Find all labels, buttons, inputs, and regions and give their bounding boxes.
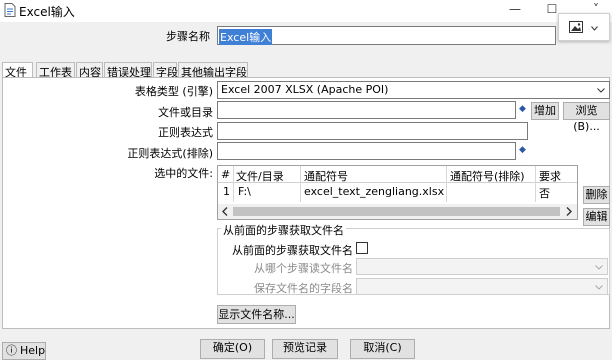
- group-title: 从前面的步骤获取文件名: [221, 222, 346, 238]
- table-header: # 文件/目录 通配符号 通配符号(排除) 要求: [218, 166, 577, 183]
- tab-fields[interactable]: 字段: [153, 62, 178, 79]
- regex-input[interactable]: [217, 122, 528, 140]
- wildcard-cell[interactable]: excel_text_zengliang.xlsx: [304, 185, 444, 198]
- filename-field-select[interactable]: [356, 278, 608, 295]
- tab-sheet[interactable]: 工作表: [36, 62, 75, 79]
- image-icon: [569, 21, 583, 33]
- preview-button[interactable]: 预览记录: [272, 339, 338, 359]
- required-cell[interactable]: 否: [539, 185, 550, 201]
- edit-button[interactable]: 编辑: [583, 208, 610, 226]
- scroll-left-icon[interactable]: [222, 207, 228, 216]
- browse-button[interactable]: 浏览(B)...: [563, 102, 610, 133]
- chevron-down-icon: [595, 265, 603, 270]
- selected-files-table[interactable]: # 文件/目录 通配符号 通配符号(排除) 要求 1 F:\ excel_tex…: [217, 165, 578, 220]
- variable-diamond-icon: ◆: [519, 145, 526, 155]
- scroll-right-icon[interactable]: [566, 207, 572, 216]
- row-number: 1: [223, 185, 230, 198]
- accept-filenames-label: 从前面的步骤获取文件名: [232, 244, 353, 257]
- accept-filenames-checkbox[interactable]: [356, 242, 368, 254]
- tab-file[interactable]: 文件: [2, 62, 33, 79]
- dropdown-arrow-icon: [591, 26, 598, 31]
- file-dir-cell[interactable]: F:\: [238, 185, 251, 198]
- help-icon: ⓘ: [6, 344, 17, 357]
- table-row[interactable]: 1 F:\ excel_text_zengliang.xlsx 否: [218, 183, 577, 201]
- column-header[interactable]: 要求: [539, 168, 561, 184]
- regex-exclude-label: 正则表达式(排除): [127, 147, 213, 160]
- tab-content[interactable]: 内容: [76, 62, 103, 79]
- document-icon: [4, 3, 16, 17]
- minimize-button[interactable]: —: [505, 2, 525, 18]
- step-name-value: Excel输入: [219, 29, 273, 45]
- column-header[interactable]: 文件/目录: [236, 168, 284, 184]
- column-header: #: [221, 168, 231, 181]
- filename-field-label: 保存文件名的字段名: [254, 282, 353, 295]
- column-header[interactable]: 通配符号: [304, 168, 348, 184]
- show-filenames-button[interactable]: 显示文件名称...: [217, 305, 296, 324]
- step-name-label: 步骤名称: [166, 30, 210, 43]
- table-type-value: Excel 2007 XLSX (Apache POI): [221, 83, 389, 96]
- step-name-input[interactable]: Excel输入: [217, 26, 556, 45]
- file-dir-label: 文件或目录: [158, 106, 213, 119]
- step-to-read-label: 从哪个步骤读文件名: [254, 262, 353, 275]
- step-to-read-select[interactable]: [356, 258, 608, 275]
- delete-button[interactable]: 删除: [583, 186, 610, 204]
- chevron-down-icon: [595, 285, 603, 290]
- selected-files-label: 选中的文件:: [154, 167, 213, 180]
- help-label: Help: [20, 344, 46, 357]
- cancel-button[interactable]: 取消(C): [350, 339, 415, 359]
- table-type-select[interactable]: Excel 2007 XLSX (Apache POI): [217, 81, 610, 99]
- scrollbar-thumb[interactable]: [233, 207, 560, 216]
- tab-other-output-fields[interactable]: 其他输出字段: [178, 62, 248, 79]
- file-dir-input[interactable]: [217, 101, 516, 119]
- tab-error-handling[interactable]: 错误处理: [104, 62, 152, 79]
- variable-diamond-icon: ◆: [519, 104, 526, 114]
- column-header[interactable]: 通配符号(排除): [450, 168, 525, 184]
- title-bar: Excel输入 — ☐ ˅: [0, 0, 612, 22]
- chevron-down-icon: [597, 88, 605, 93]
- regex-exclude-input[interactable]: [217, 142, 516, 160]
- image-popup[interactable]: [558, 13, 610, 41]
- ok-button[interactable]: 确定(O): [200, 339, 265, 359]
- horizontal-scrollbar[interactable]: [218, 204, 577, 219]
- table-type-label: 表格类型 (引擎): [134, 85, 213, 98]
- window-title: Excel输入: [19, 5, 75, 19]
- help-button[interactable]: ⓘ Help: [2, 342, 46, 360]
- regex-label: 正则表达式: [158, 126, 213, 139]
- add-button[interactable]: 增加: [531, 102, 559, 120]
